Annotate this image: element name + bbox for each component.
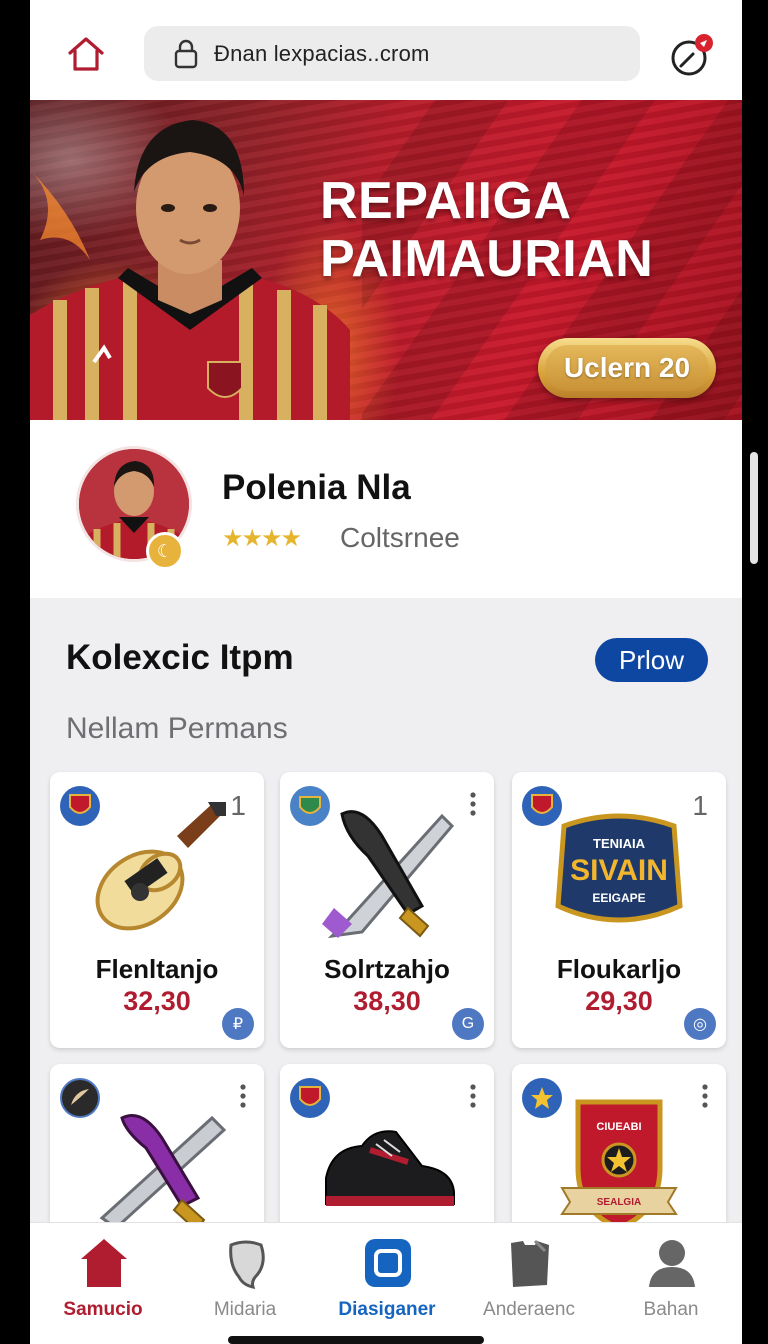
- nav-label: Anderaenc: [483, 1299, 575, 1320]
- banner-title: REPAIIGA PAIMAURIAN: [320, 172, 653, 288]
- lock-icon: [172, 39, 200, 69]
- banner-cta-label: Uclern 20: [545, 345, 709, 391]
- nav-label: Samucio: [63, 1299, 143, 1320]
- guitar-icon: [95, 802, 226, 931]
- profile-subtitle: Coltsrnee: [340, 522, 460, 553]
- collection-title: Kolexcic Itpm: [66, 638, 294, 677]
- shield-top-text: CIUEABI: [596, 1121, 641, 1133]
- currency-badge-icon: ◎: [684, 1008, 716, 1040]
- promo-banner[interactable]: REPAIIGA PAIMAURIAN Uclern 20: [30, 100, 742, 420]
- item-name: Solrtzahjo: [324, 954, 450, 984]
- club-shield-emblem-icon: CIUEABI SEALGIA: [560, 1099, 678, 1231]
- more-options-icon[interactable]: [470, 1084, 476, 1108]
- star-rating: ★★★★: [222, 525, 302, 552]
- moon-badge-icon: ☾: [146, 532, 184, 570]
- shield-ribbon-text: SEALGIA: [597, 1197, 641, 1208]
- profile-card: ☾ Polenia Nla ★★★★ Coltsrnee: [30, 420, 742, 598]
- crossed-swords-icon: [99, 1114, 227, 1232]
- item-name: Floukarljo: [556, 954, 682, 984]
- banner-title-line2: PAIMAURIAN: [320, 230, 654, 288]
- item-card[interactable]: Solrtzahjo 38,30 G: [280, 772, 494, 1048]
- url-text: Ðnan lexpacias..crom: [214, 40, 430, 66]
- scrollbar[interactable]: [750, 452, 758, 564]
- item-card[interactable]: 1 Flenltanjo 32,30 ₽: [50, 772, 264, 1048]
- item-card[interactable]: 1 TENIAIA SIVAIN EEIGAPE Floukarljo 29,3…: [512, 772, 726, 1048]
- emblem-line2: SIVAIN: [570, 854, 668, 887]
- nav-item-home[interactable]: Samucio: [32, 1223, 174, 1344]
- collection-section: Kolexcic Itpm Prlow Nellam Permans 1 Fle…: [30, 598, 742, 1340]
- home-indicator[interactable]: [228, 1336, 484, 1344]
- home-icon[interactable]: [66, 34, 106, 74]
- nav-label: Bahan: [643, 1299, 699, 1320]
- home-filled-icon: [81, 1239, 127, 1287]
- nav-label: Midaria: [213, 1299, 277, 1320]
- shirt-icon: [511, 1239, 549, 1287]
- browser-bar: Ðnan lexpacias..crom: [30, 0, 742, 100]
- crossed-knives-icon: [322, 810, 455, 939]
- nav-item-profile[interactable]: Bahan: [600, 1223, 742, 1344]
- currency-badge-icon: G: [452, 1008, 484, 1040]
- banner-title-line1: REPAIIGA: [320, 172, 572, 230]
- user-icon: [649, 1240, 695, 1287]
- item-count: 1: [692, 790, 708, 821]
- more-options-icon[interactable]: [240, 1084, 246, 1108]
- tournament-emblem-icon: TENIAIA SIVAIN EEIGAPE: [555, 813, 683, 923]
- collection-subtitle: Nellam Permans: [66, 712, 288, 745]
- currency-badge-icon: ₽: [222, 1008, 254, 1040]
- profile-name: Polenia Nla: [222, 468, 411, 507]
- item-name: Flenltanjo: [95, 954, 219, 984]
- football-boot-icon: [325, 1130, 455, 1206]
- collection-action-button[interactable]: Prlow: [595, 638, 708, 682]
- more-options-icon[interactable]: [470, 792, 476, 816]
- emblem-line3: EEIGAPE: [592, 891, 645, 905]
- more-options-icon[interactable]: [702, 1084, 708, 1108]
- nav-item-media[interactable]: Midaria: [174, 1223, 316, 1344]
- item-count: 1: [230, 790, 246, 821]
- player-illustration: [30, 120, 350, 420]
- square-app-icon: [365, 1239, 411, 1287]
- address-bar[interactable]: Ðnan lexpacias..crom: [144, 26, 640, 81]
- nav-item-anderaenc[interactable]: Anderaenc: [458, 1223, 600, 1344]
- banner-cta-button[interactable]: Uclern 20: [538, 338, 716, 398]
- nav-label: Diasiganer: [338, 1299, 436, 1320]
- nav-item-designer[interactable]: Diasiganer: [316, 1223, 458, 1344]
- avatar-wrapper[interactable]: ☾: [76, 446, 192, 570]
- compass-notification-icon[interactable]: [670, 34, 714, 78]
- app-screen: Ðnan lexpacias..crom REPAIIGA PAIMAURIAN…: [30, 0, 742, 1344]
- jersey-outline-icon: [229, 1240, 265, 1289]
- emblem-line1: TENIAIA: [593, 836, 646, 851]
- bottom-navigation: Samucio Midaria Diasiganer Anderaenc Bah…: [30, 1222, 742, 1344]
